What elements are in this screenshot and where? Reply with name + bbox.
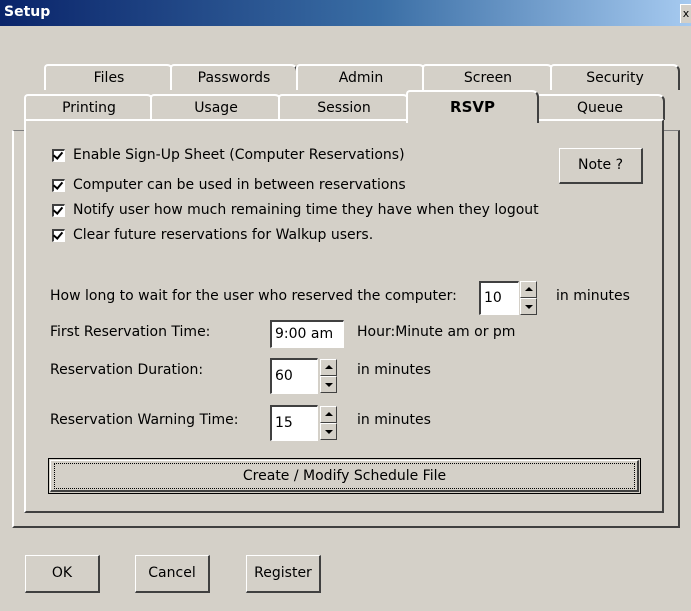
- window-title: Setup: [4, 4, 51, 20]
- duration-unit-label: in minutes: [357, 362, 431, 378]
- first-time-input[interactable]: 9:00 am: [270, 320, 344, 348]
- ok-button[interactable]: OK: [25, 555, 100, 593]
- checkmark-icon: [52, 203, 64, 215]
- close-icon[interactable]: x: [680, 4, 691, 23]
- warning-label: Reservation Warning Time:: [50, 412, 239, 428]
- checkbox-box[interactable]: [52, 178, 65, 192]
- notify-remaining-time-checkbox[interactable]: Notify user how much remaining time they…: [52, 202, 539, 218]
- duration-label: Reservation Duration:: [50, 362, 204, 378]
- spin-down-icon[interactable]: [320, 376, 337, 393]
- spin-up-icon[interactable]: [320, 406, 337, 423]
- warning-spinner[interactable]: [320, 406, 337, 440]
- first-time-hint: Hour:Minute am or pm: [357, 324, 516, 340]
- tab-admin[interactable]: Admin: [296, 64, 426, 90]
- note-button[interactable]: Note ?: [559, 148, 643, 184]
- checkbox-label: Computer can be used in between reservat…: [73, 177, 406, 193]
- warning-unit-label: in minutes: [357, 412, 431, 428]
- tab-printing[interactable]: Printing: [24, 94, 154, 120]
- tab-files[interactable]: Files: [44, 64, 174, 90]
- checkbox-box[interactable]: [52, 203, 65, 217]
- first-time-label: First Reservation Time:: [50, 324, 211, 340]
- duration-spinner[interactable]: [320, 359, 337, 393]
- use-between-reservations-checkbox[interactable]: Computer can be used in between reservat…: [52, 177, 406, 193]
- create-schedule-label: Create / Modify Schedule File: [54, 463, 635, 489]
- checkmark-icon: [52, 178, 64, 190]
- title-bar: Setup x: [0, 0, 691, 26]
- spin-down-icon[interactable]: [520, 298, 537, 315]
- wait-minutes-spinner[interactable]: [520, 281, 537, 315]
- tab-usage[interactable]: Usage: [150, 94, 282, 120]
- tab-session[interactable]: Session: [278, 94, 410, 120]
- checkbox-label: Enable Sign-Up Sheet (Computer Reservati…: [73, 147, 405, 163]
- spin-down-icon[interactable]: [320, 423, 337, 440]
- tab-screen[interactable]: Screen: [422, 64, 554, 90]
- enable-signup-checkbox[interactable]: Enable Sign-Up Sheet (Computer Reservati…: [52, 147, 405, 163]
- spin-up-icon[interactable]: [320, 359, 337, 376]
- create-schedule-button[interactable]: Create / Modify Schedule File: [48, 458, 641, 494]
- clear-walkup-reservations-checkbox[interactable]: Clear future reservations for Walkup use…: [52, 227, 373, 243]
- checkbox-box[interactable]: [52, 228, 65, 242]
- wait-label: How long to wait for the user who reserv…: [50, 288, 457, 304]
- cancel-button[interactable]: Cancel: [135, 555, 210, 593]
- checkmark-icon: [52, 228, 64, 240]
- wait-unit-label: in minutes: [556, 288, 630, 304]
- tab-security[interactable]: Security: [550, 64, 680, 90]
- checkbox-box[interactable]: [52, 148, 65, 162]
- checkmark-icon: [52, 148, 64, 160]
- spin-up-icon[interactable]: [520, 281, 537, 298]
- register-button[interactable]: Register: [246, 555, 321, 593]
- checkbox-label: Notify user how much remaining time they…: [73, 202, 539, 218]
- duration-input[interactable]: 60: [270, 358, 318, 394]
- warning-input[interactable]: 15: [270, 405, 318, 441]
- tab-passwords[interactable]: Passwords: [170, 64, 298, 90]
- tab-queue[interactable]: Queue: [535, 94, 665, 120]
- wait-minutes-input[interactable]: 10: [479, 281, 519, 315]
- tab-rsvp[interactable]: RSVP: [406, 90, 539, 123]
- checkbox-label: Clear future reservations for Walkup use…: [73, 227, 374, 243]
